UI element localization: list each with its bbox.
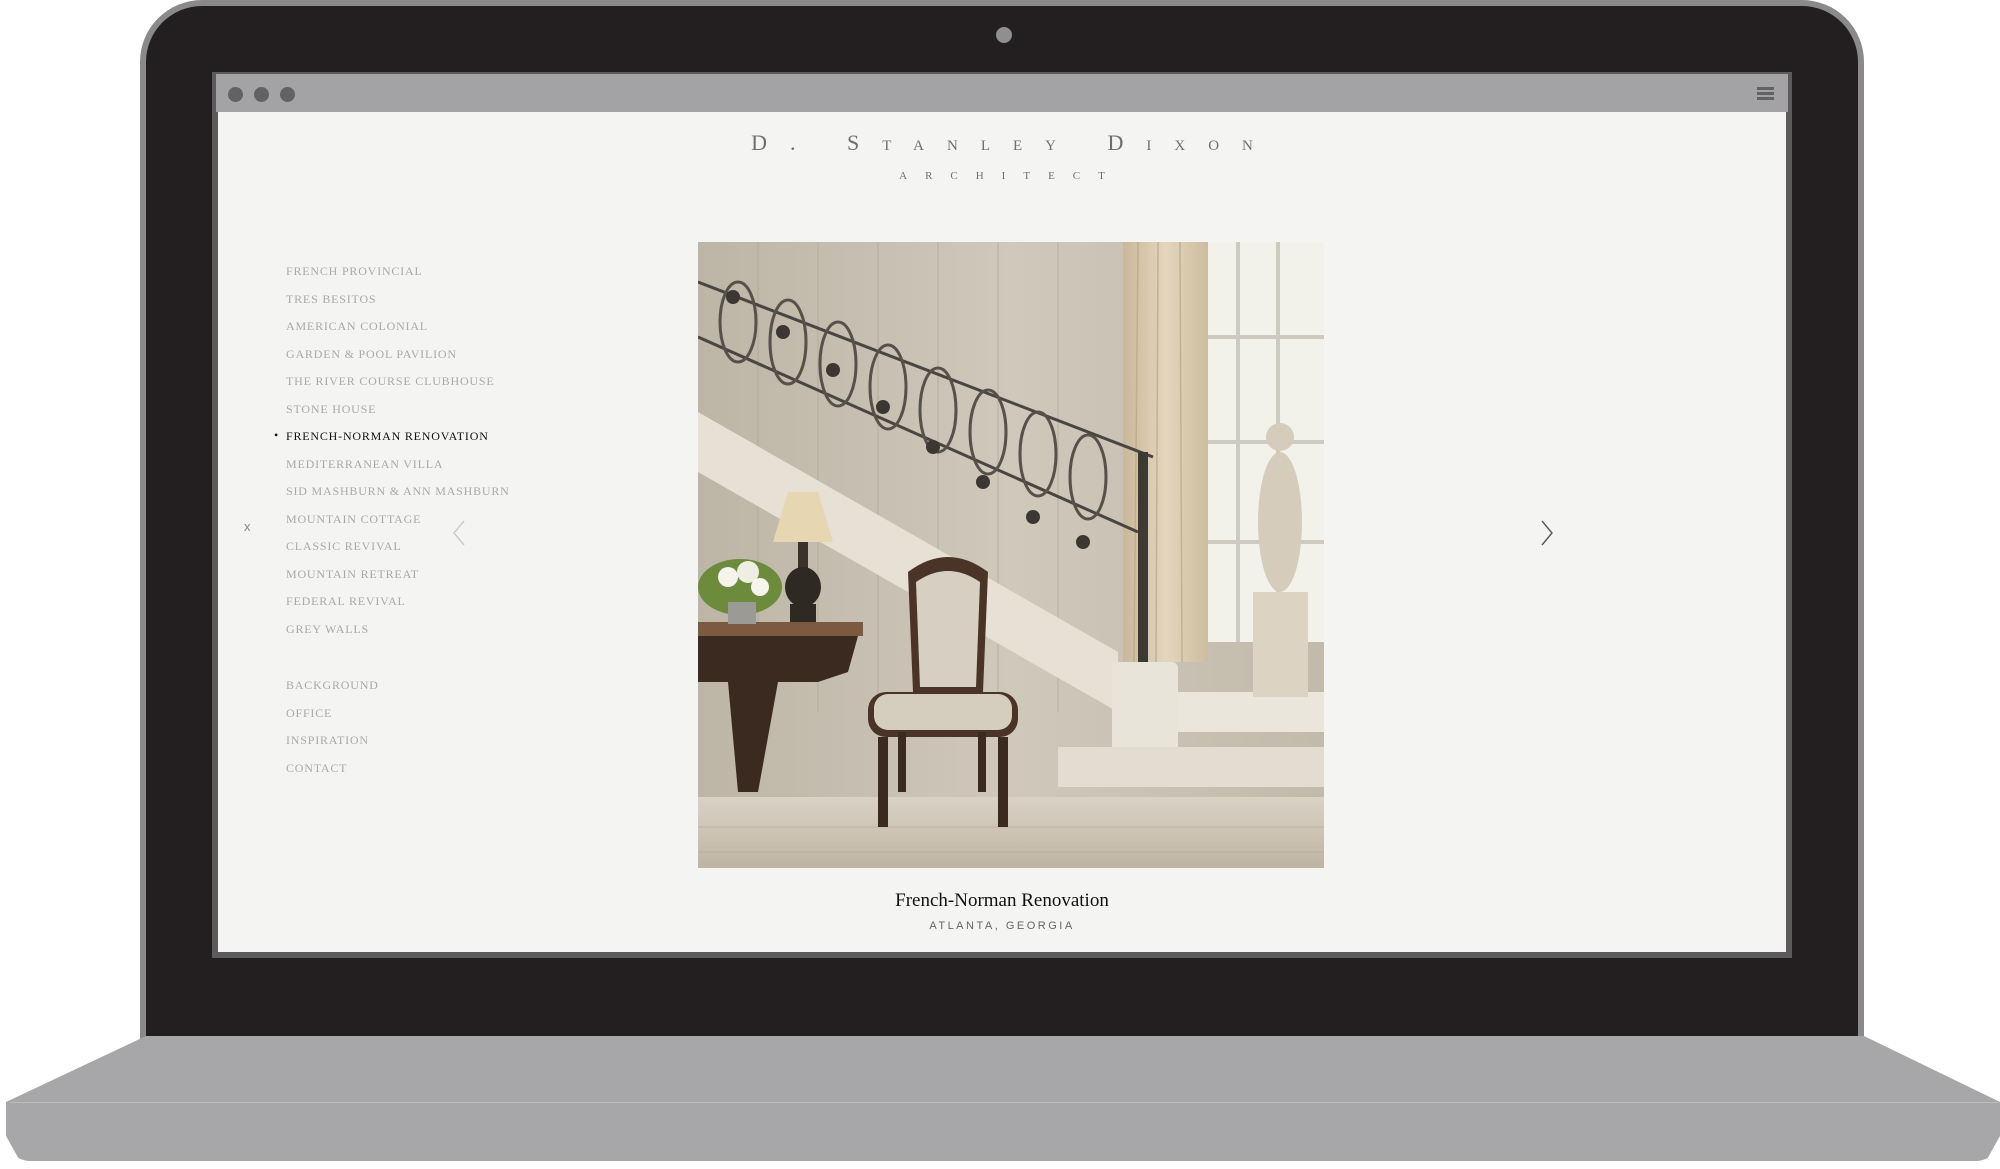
project-nav: French Provincial Tres Besitos American … xyxy=(274,264,510,650)
nav-item-federal-revival[interactable]: Federal Revival xyxy=(286,594,510,622)
nav-item-inspiration[interactable]: Inspiration xyxy=(286,733,379,761)
web-page: D. Stanley Dixon ARCHITECT French Provin… xyxy=(218,112,1786,952)
brand-subtitle: ARCHITECT xyxy=(899,170,1123,182)
nav-item-sid-mashburn[interactable]: Sid Mashburn & Ann Mashburn xyxy=(286,484,510,512)
chevron-left-icon xyxy=(453,520,465,546)
window-maximize-dot[interactable] xyxy=(280,87,295,102)
nav-item-mountain-cottage[interactable]: Mountain Cottage xyxy=(286,512,510,540)
site-logo[interactable]: D. Stanley Dixon ARCHITECT xyxy=(218,130,1786,182)
browser-toolbar xyxy=(216,74,1788,112)
nav-item-garden-pool-pavilion[interactable]: Garden & Pool Pavilion xyxy=(286,347,510,375)
page-nav: Background Office Inspiration Contact xyxy=(286,678,379,788)
chevron-right-icon xyxy=(1541,520,1553,546)
nav-item-french-provincial[interactable]: French Provincial xyxy=(286,264,510,292)
prev-arrow-button[interactable] xyxy=(448,518,470,548)
window-close-dot[interactable] xyxy=(228,87,243,102)
nav-item-mediterranean-villa[interactable]: Mediterranean Villa xyxy=(286,457,510,485)
nav-item-grey-walls[interactable]: Grey Walls xyxy=(286,622,510,650)
nav-item-contact[interactable]: Contact xyxy=(286,761,379,789)
project-photo[interactable] xyxy=(698,242,1324,868)
next-arrow-button[interactable] xyxy=(1536,518,1558,548)
laptop-base xyxy=(6,1036,2000,1161)
project-location: ATLANTA, GEORGIA xyxy=(929,920,1075,932)
window-minimize-dot[interactable] xyxy=(254,87,269,102)
nav-item-tres-besitos[interactable]: Tres Besitos xyxy=(286,292,510,320)
browser-window: D. Stanley Dixon ARCHITECT French Provin… xyxy=(212,72,1792,958)
nav-item-stone-house[interactable]: Stone House xyxy=(286,402,510,430)
camera-icon xyxy=(996,27,1012,43)
nav-item-river-course-clubhouse[interactable]: The River Course Clubhouse xyxy=(286,374,510,402)
nav-item-american-colonial[interactable]: American Colonial xyxy=(286,319,510,347)
nav-item-background[interactable]: Background xyxy=(286,678,379,706)
brand-name: D. Stanley Dixon xyxy=(751,130,1276,155)
nav-item-classic-revival[interactable]: Classic Revival xyxy=(286,539,510,567)
laptop-mockup: D. Stanley Dixon ARCHITECT French Provin… xyxy=(0,0,2000,1169)
close-nav-button[interactable]: x xyxy=(244,519,251,534)
project-title: French-Norman Renovation xyxy=(895,890,1109,911)
nav-item-mountain-retreat[interactable]: Mountain Retreat xyxy=(286,567,510,595)
laptop-base-edge xyxy=(10,1102,1998,1103)
hamburger-menu-icon[interactable] xyxy=(1757,87,1774,101)
nav-item-french-norman-renovation[interactable]: French-Norman Renovation xyxy=(274,428,510,457)
staircase-photo xyxy=(698,242,1324,868)
nav-item-office[interactable]: Office xyxy=(286,706,379,734)
